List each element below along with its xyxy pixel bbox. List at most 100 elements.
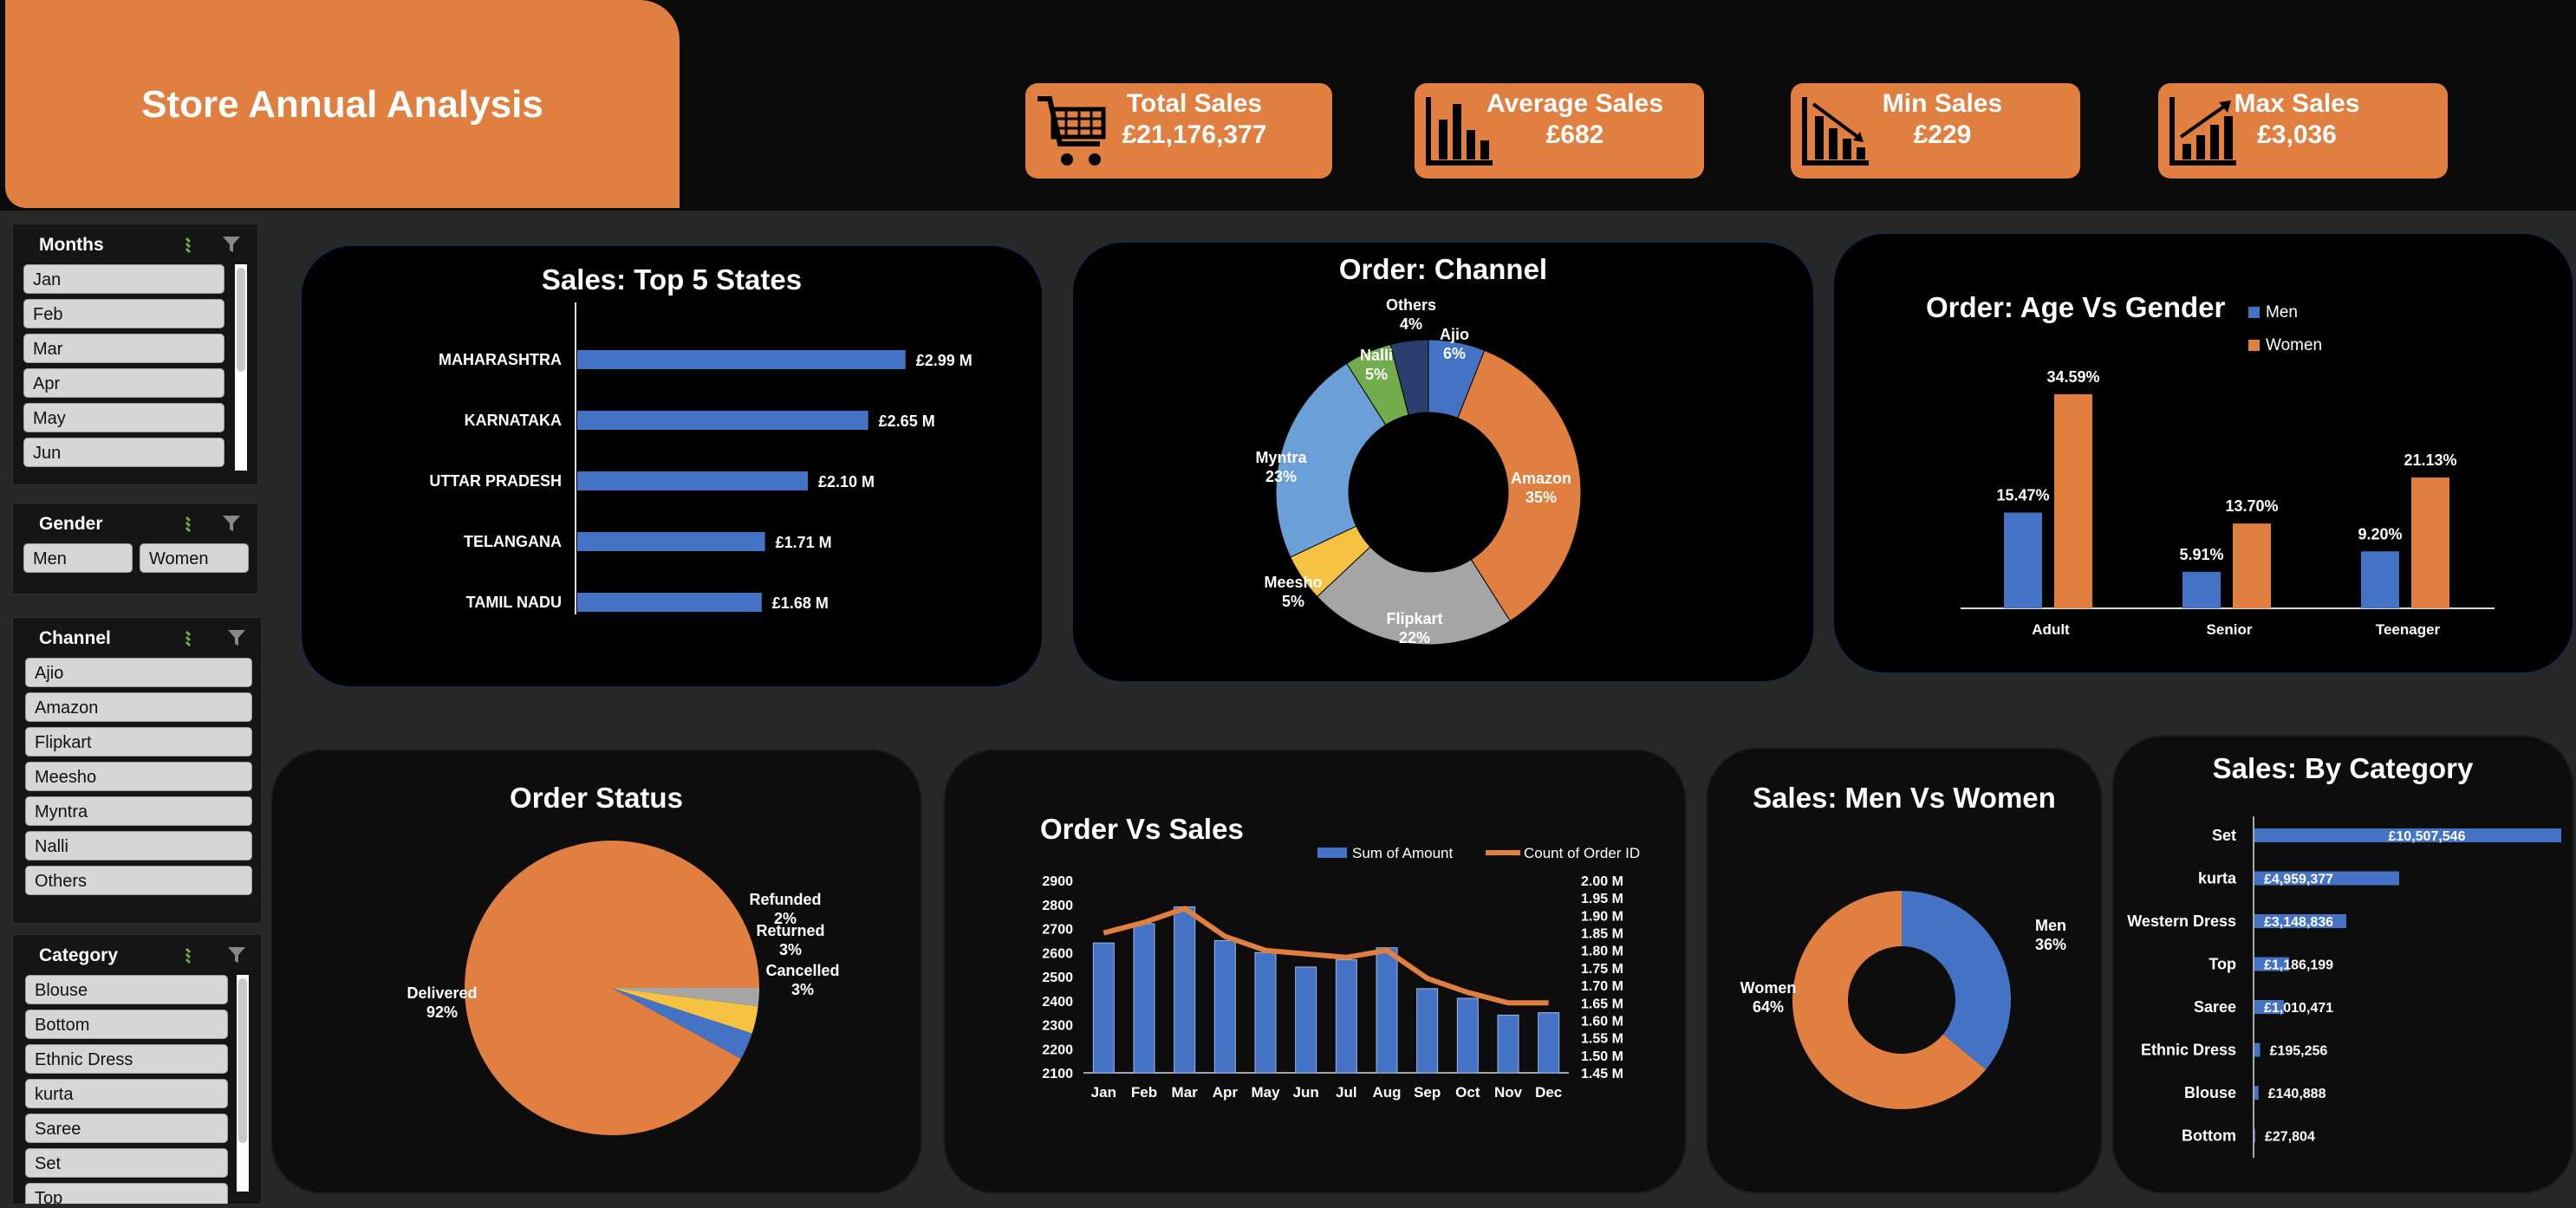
slicer-item-women[interactable]: Women — [140, 543, 249, 573]
slice-value: 3% — [791, 981, 814, 998]
slicer-item-set[interactable]: Set — [25, 1148, 228, 1178]
slicer-item-may[interactable]: May — [23, 403, 224, 432]
slicer-item-feb[interactable]: Feb — [23, 299, 224, 328]
bar — [2254, 1128, 2255, 1143]
slicer-item-jun[interactable]: Jun — [23, 438, 224, 467]
kpi-value: £21,176,377 — [1122, 120, 1267, 149]
slicer-category: Category Blouse Bottom Ethnic Dress kurt… — [12, 934, 262, 1205]
data-label: 13.70% — [2225, 497, 2278, 515]
scrollbar[interactable] — [237, 975, 249, 1192]
clear-filter-icon[interactable] — [226, 945, 249, 964]
slicer-item-blouse[interactable]: Blouse — [25, 975, 228, 1004]
slice-label: Cancelled — [765, 962, 839, 979]
slicer-item-saree[interactable]: Saree — [25, 1114, 228, 1143]
slicer-item-mar[interactable]: Mar — [23, 334, 224, 363]
multi-select-icon[interactable] — [183, 945, 200, 966]
multi-select-icon[interactable] — [183, 514, 200, 535]
slice-value: 3% — [779, 941, 802, 958]
category-chart: Set £10,507,546 kurta £4,959,377 Western Dre… — [2127, 816, 2561, 1158]
bar — [1133, 923, 1155, 1074]
data-label: 15.47% — [1996, 487, 2049, 504]
multi-select-icon[interactable] — [183, 628, 200, 649]
data-label: £27,804 — [2265, 1130, 2315, 1145]
bar — [1456, 997, 1479, 1074]
slicer-item-flipkart[interactable]: Flipkart — [25, 727, 252, 757]
category-label: Top — [2208, 956, 2236, 973]
y2-tick-label: 1.85 M — [1581, 927, 1623, 942]
data-label: 21.13% — [2404, 451, 2456, 469]
slicer-item-kurta[interactable]: kurta — [25, 1079, 228, 1108]
y2-tick-label: 1.60 M — [1581, 1014, 1623, 1029]
slicer-item-myntra[interactable]: Myntra — [25, 796, 252, 826]
clear-filter-icon[interactable] — [221, 514, 244, 533]
slice-value: 5% — [1282, 593, 1304, 610]
slicer-item-meesho[interactable]: Meesho — [25, 762, 252, 791]
slicer-item-bottom[interactable]: Bottom — [25, 1010, 228, 1039]
data-label: £4,959,377 — [2264, 873, 2333, 887]
category-label: Western Dress — [2127, 912, 2236, 930]
slicer-title: Category — [39, 945, 119, 965]
legend-label: Women — [2266, 336, 2322, 354]
category-label: Set — [2212, 827, 2236, 844]
data-label: £1,010,471 — [2264, 1001, 2333, 1016]
slicer-item-jan[interactable]: Jan — [23, 264, 224, 294]
slice-label: Returned — [756, 922, 824, 939]
slicer-channel: Channel Ajio Amazon Flipkart Meesho Mynt… — [12, 617, 262, 924]
kpi-value: £229 — [1913, 120, 1972, 149]
kpi-value: £3,036 — [2257, 120, 2337, 149]
clear-filter-icon[interactable] — [226, 628, 249, 647]
slicer-item-top[interactable]: Top — [25, 1183, 228, 1204]
kpi-label: Total Sales — [1126, 89, 1263, 118]
kpi-total-sales: Total Sales £21,176,377 — [1025, 83, 1332, 179]
y-tick-label: 2200 — [1042, 1042, 1073, 1057]
legend-swatch — [1317, 848, 1347, 858]
y2-tick-label: 1.75 M — [1581, 962, 1623, 977]
data-label: £140,888 — [2268, 1087, 2326, 1101]
y2-tick-label: 1.70 M — [1581, 979, 1623, 994]
kpi-min-sales: Min Sales £229 — [1791, 83, 2080, 179]
slicer-item-men[interactable]: Men — [23, 543, 133, 573]
slicer-item-nalli[interactable]: Nalli — [25, 831, 252, 861]
slice-label: Refunded — [750, 891, 822, 908]
slicer-item-amazon[interactable]: Amazon — [25, 692, 252, 722]
x-tick-label: Feb — [1131, 1084, 1157, 1101]
title-banner: Store Annual Analysis — [5, 0, 680, 208]
slice-value: 36% — [2035, 936, 2066, 953]
slice-label: Others — [1386, 296, 1436, 314]
x-tick-label: Jan — [1091, 1084, 1116, 1101]
x-tick-label: Jun — [1293, 1084, 1319, 1101]
bar — [2361, 551, 2399, 608]
kpi-value: £682 — [1545, 120, 1604, 149]
slice-value: 64% — [1753, 998, 1784, 1016]
bar — [2182, 571, 2221, 608]
slice-label: Ajio — [1440, 326, 1469, 343]
scrollbar[interactable] — [235, 264, 247, 471]
slicer-item-ethnic-dress[interactable]: Ethnic Dress — [25, 1044, 228, 1074]
x-tick-label: Aug — [1372, 1084, 1401, 1101]
y-tick-label: 2900 — [1042, 874, 1073, 889]
bar — [1254, 951, 1277, 1074]
panel-order-vs-sales: Order Vs Sales 2100 2200 2300 2400 2500 2600 2… — [943, 749, 1687, 1194]
data-label: £10,507,546 — [2389, 829, 2466, 844]
category-label: kurta — [2198, 870, 2237, 887]
slice-value: 4% — [1400, 315, 1422, 333]
multi-select-icon[interactable] — [183, 235, 200, 256]
slice-value: 22% — [1399, 629, 1430, 646]
bar — [1174, 906, 1196, 1074]
slicer-item-ajio[interactable]: Ajio — [25, 658, 252, 687]
age-gender-chart: Men Women 15.47% 34.59% Adult 5.91% 13.70% Seni… — [1961, 303, 2495, 638]
x-tick-label: May — [1251, 1084, 1280, 1101]
category-label: Blouse — [2184, 1084, 2236, 1101]
category-label: Senior — [2207, 621, 2253, 638]
slicer-item-others[interactable]: Others — [25, 866, 252, 895]
slice-label: Amazon — [1511, 470, 1571, 487]
page-title: Store Annual Analysis — [141, 83, 543, 126]
bar — [577, 350, 906, 369]
slice — [1902, 891, 2011, 1070]
slicer-title: Gender — [39, 514, 103, 534]
slicer-gender: Gender Men Women — [12, 503, 258, 594]
slicer-item-apr[interactable]: Apr — [23, 368, 224, 398]
clear-filter-icon[interactable] — [221, 235, 244, 254]
slice-label: Men — [2035, 917, 2066, 934]
bar — [1092, 942, 1115, 1074]
